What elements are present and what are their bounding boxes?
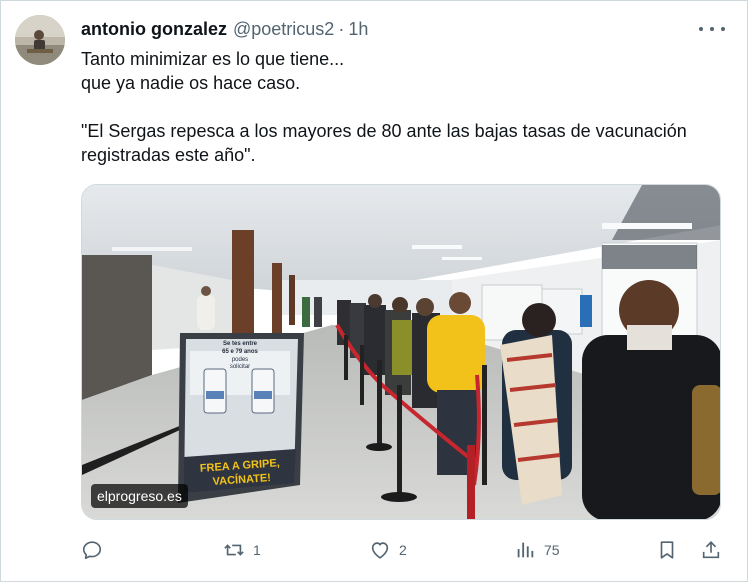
tweet-line: "El Sergas repesca a los mayores de 80 a… [81,121,687,141]
bookmark-button[interactable] [656,533,678,567]
poster-line: Se tes entre [223,341,258,347]
bookmark-icon [660,541,674,559]
photo-source-label: elprogreso.es [91,484,188,508]
retweet-icon [224,544,244,556]
queue-photo: Se tes entre 65 e 79 anos podes solicita… [82,185,720,519]
tweet-line: registradas este año". [81,145,256,165]
retweet-button[interactable]: 1 [223,533,261,567]
more-options-icon[interactable] [699,19,725,39]
reply-icon [82,541,102,560]
separator-dot: · [338,18,345,39]
tweet-card[interactable]: antonio gonzalez @poetricus2 · 1h Tanto … [0,0,748,582]
tweet-line: que ya nadie os hace caso. [81,73,301,93]
share-button[interactable] [700,533,722,567]
tweet-header: antonio gonzalez @poetricus2 · 1h [81,17,368,41]
share-icon [702,541,720,559]
avatar[interactable] [15,15,65,65]
like-button[interactable]: 2 [369,533,407,567]
tweet-text: Tanto minimizar es lo que tiene... que y… [81,47,731,167]
tweet-actions: 1 2 75 [81,533,729,567]
poster-line: 65 e 79 anos [222,349,258,355]
tweet-photo[interactable]: Se tes entre 65 e 79 anos podes solicita… [81,184,721,520]
author-name[interactable]: antonio gonzalez [81,19,227,40]
views-count: 75 [544,542,560,558]
tweet-line: Tanto minimizar es lo que tiene... [81,49,345,69]
author-handle[interactable]: @poetricus2 [233,19,334,40]
reply-button[interactable] [81,533,103,567]
poster-line: podes [232,357,248,363]
like-count: 2 [399,542,407,558]
poster-line: solicitar [230,364,250,370]
views-icon [517,542,534,558]
retweet-count: 1 [253,542,261,558]
heart-icon [371,542,389,559]
views-button[interactable]: 75 [514,533,560,567]
tweet-time[interactable]: 1h [348,19,368,40]
